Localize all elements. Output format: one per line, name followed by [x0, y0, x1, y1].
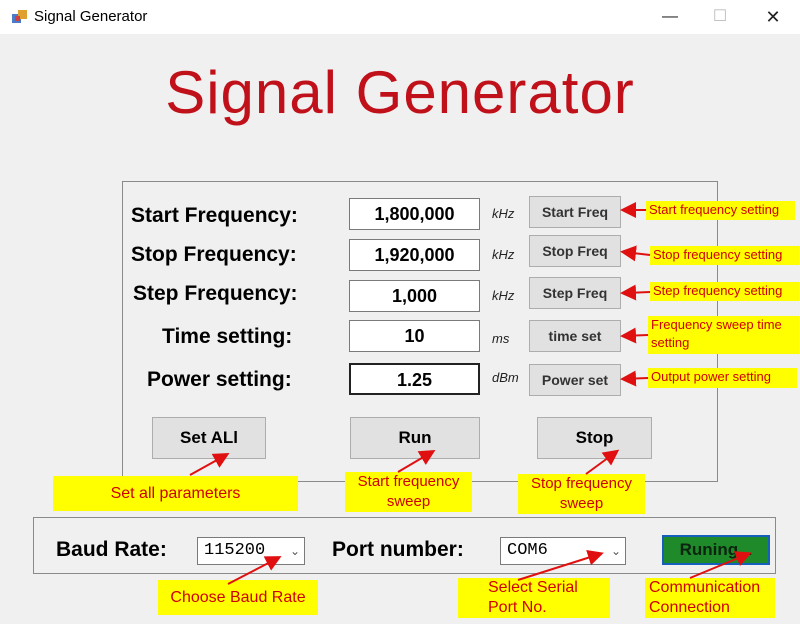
start-frequency-unit: kHz	[492, 206, 515, 221]
start-frequency-label: Start Frequency:	[131, 204, 298, 227]
port-number-select[interactable]: COM6 ⌄	[500, 537, 626, 565]
status-indicator: Runing...	[662, 535, 770, 565]
app-icon	[12, 10, 27, 23]
baud-rate-select[interactable]: 115200 ⌄	[197, 537, 305, 565]
step-freq-button[interactable]: Step Freq	[529, 277, 621, 309]
run-button[interactable]: Run	[350, 417, 480, 459]
power-setting-note: Output power setting	[648, 368, 797, 388]
baud-rate-value: 115200	[204, 541, 266, 560]
set-all-note: Set all parameters	[53, 476, 298, 511]
step-frequency-input[interactable]: 1,000	[349, 280, 480, 312]
time-setting-input[interactable]: 10	[349, 320, 480, 352]
baud-rate-note: Choose Baud Rate	[158, 580, 318, 615]
start-frequency-input[interactable]: 1,800,000	[349, 198, 480, 230]
time-setting-unit: ms	[492, 331, 510, 346]
status-note: Communication Connection	[645, 578, 775, 618]
step-frequency-note: Step frequency setting	[650, 282, 799, 301]
stop-frequency-input[interactable]: 1,920,000	[349, 239, 480, 271]
stop-frequency-note: Stop frequency setting	[650, 246, 799, 265]
start-frequency-note: Start frequency setting	[646, 201, 795, 220]
power-set-button[interactable]: Power set	[529, 364, 621, 396]
stop-freq-button[interactable]: Stop Freq	[529, 235, 621, 267]
baud-rate-label: Baud Rate:	[56, 538, 167, 561]
port-number-value: COM6	[507, 541, 548, 560]
stop-frequency-unit: kHz	[492, 247, 515, 262]
title-bar: Signal Generator — ☐ ✕	[0, 0, 800, 34]
time-setting-label: Time setting:	[162, 325, 293, 348]
time-setting-note: Frequency sweep time setting	[648, 316, 799, 354]
start-freq-button[interactable]: Start Freq	[529, 196, 621, 228]
close-button[interactable]: ✕	[758, 6, 788, 28]
chevron-down-icon: ⌄	[289, 544, 300, 558]
set-all-button[interactable]: Set ALl	[152, 417, 266, 459]
run-note: Start frequency sweep	[345, 472, 472, 512]
power-setting-input[interactable]: 1.25	[349, 363, 480, 395]
time-set-button[interactable]: time set	[529, 320, 621, 352]
stop-button[interactable]: Stop	[537, 417, 652, 459]
maximize-button[interactable]: ☐	[705, 6, 735, 28]
stop-note: Stop frequency sweep	[518, 474, 645, 514]
port-number-label: Port number:	[332, 538, 464, 561]
power-setting-label: Power setting:	[147, 368, 292, 391]
minimize-button[interactable]: —	[655, 6, 685, 28]
window-title: Signal Generator	[34, 8, 148, 25]
power-setting-unit: dBm	[492, 370, 519, 385]
step-frequency-label: Step Frequency:	[133, 282, 298, 305]
page-title: Signal Generator	[165, 59, 635, 126]
stop-frequency-label: Stop Frequency:	[131, 243, 297, 266]
port-number-note: Select Serial Port No.	[458, 578, 610, 618]
chevron-down-icon: ⌄	[610, 544, 621, 558]
step-frequency-unit: kHz	[492, 288, 515, 303]
